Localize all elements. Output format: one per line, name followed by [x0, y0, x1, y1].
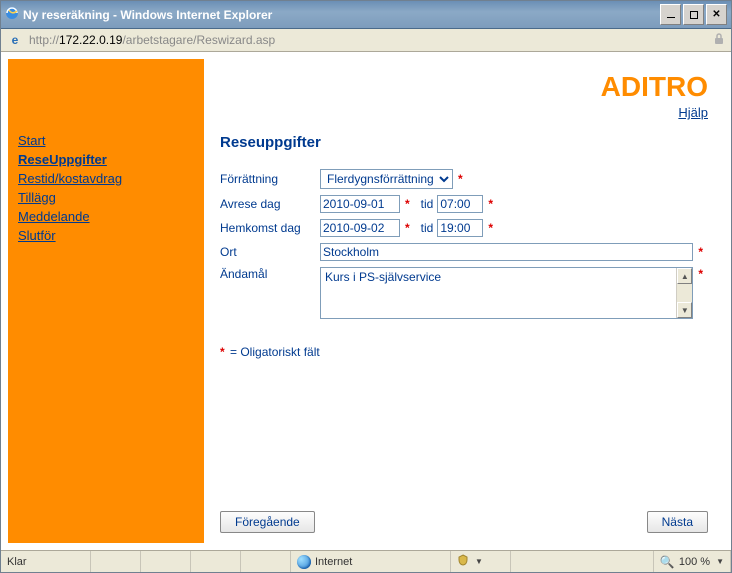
scroll-down-icon[interactable]: ▼	[677, 302, 692, 318]
hemkomst-time-input[interactable]	[437, 219, 483, 237]
required-marker: *	[698, 245, 703, 259]
status-ready-text: Klar	[7, 556, 27, 568]
zoom-control[interactable]: 🔍 100 % ▼	[653, 551, 731, 572]
window-title: Ny reseräkning - Windows Internet Explor…	[23, 8, 272, 22]
browser-window: Ny reseräkning - Windows Internet Explor…	[0, 0, 732, 573]
andamal-label: Ändamål	[220, 267, 320, 281]
window-controls: ✕	[660, 4, 727, 25]
zone-text: Internet	[315, 556, 352, 568]
sidebar-item-tillagg[interactable]: Tillägg	[18, 188, 194, 207]
brand-logo: ADITRO	[601, 71, 708, 103]
sidebar-item-reseuppgifter[interactable]: ReseUppgifter	[18, 150, 194, 169]
sidebar-item-start[interactable]: Start	[18, 131, 194, 150]
andamal-textarea[interactable]: Kurs i PS-självservice ▲ ▼	[320, 267, 693, 319]
shield-icon	[457, 554, 469, 569]
ort-label: Ort	[220, 245, 320, 259]
app-frame: Start ReseUppgifter Restid/kostavdrag Ti…	[7, 58, 725, 544]
url-prefix: http://	[29, 33, 59, 47]
andamal-text: Kurs i PS-självservice	[321, 268, 676, 318]
ie-page-icon: e	[7, 32, 23, 48]
chevron-down-icon: ▼	[716, 557, 724, 566]
required-hint: * = Oligatoriskt fält	[220, 345, 708, 359]
required-marker: *	[405, 197, 410, 211]
titlebar: Ny reseräkning - Windows Internet Explor…	[1, 1, 731, 29]
chevron-down-icon: ▼	[475, 557, 483, 566]
url-display[interactable]: http://172.22.0.19/arbetstagare/Reswizar…	[29, 33, 707, 47]
hemkomst-date-input[interactable]	[320, 219, 400, 237]
minimize-button[interactable]	[660, 4, 681, 25]
required-marker: *	[405, 221, 410, 235]
url-path: /arbetstagare/Reswizard.asp	[122, 33, 275, 47]
wizard-nav: Föregående Nästa	[220, 501, 708, 533]
forrattning-select[interactable]: Flerdygnsförrättning	[320, 169, 453, 189]
status-bar: Klar Internet ▼ 🔍 100 % ▼	[1, 550, 731, 572]
row-avrese: Avrese dag * tid *	[220, 195, 708, 213]
status-spacer4	[241, 551, 291, 572]
url-host: 172.22.0.19	[59, 33, 122, 47]
status-spacer2	[141, 551, 191, 572]
required-marker: *	[488, 221, 493, 235]
help-link[interactable]: Hjälp	[678, 105, 708, 120]
avrese-date-input[interactable]	[320, 195, 400, 213]
textarea-scrollbar[interactable]: ▲ ▼	[676, 268, 692, 318]
page-content: Start ReseUppgifter Restid/kostavdrag Ti…	[1, 52, 731, 550]
magnifier-icon: 🔍	[660, 555, 675, 569]
sidebar-item-meddelande[interactable]: Meddelande	[18, 207, 194, 226]
row-ort: Ort *	[220, 243, 708, 261]
next-button[interactable]: Nästa	[647, 511, 708, 533]
maximize-button[interactable]	[683, 4, 704, 25]
row-hemkomst: Hemkomst dag * tid *	[220, 219, 708, 237]
tid-label: tid	[421, 197, 434, 211]
globe-icon	[297, 555, 311, 569]
protected-mode-cell[interactable]: ▼	[451, 551, 511, 572]
main-panel: ADITRO Hjälp Reseuppgifter Förrättning F…	[204, 59, 724, 543]
row-forrattning: Förrättning Flerdygnsförrättning *	[220, 169, 708, 189]
status-ready: Klar	[1, 551, 91, 572]
required-marker: *	[488, 197, 493, 211]
sidebar: Start ReseUppgifter Restid/kostavdrag Ti…	[8, 59, 204, 543]
ie-icon	[5, 6, 19, 23]
sidebar-item-restid[interactable]: Restid/kostavdrag	[18, 169, 194, 188]
required-marker: *	[458, 172, 463, 186]
status-spacer3	[191, 551, 241, 572]
avrese-time-input[interactable]	[437, 195, 483, 213]
zoom-text: 100 %	[679, 556, 710, 568]
lock-icon	[713, 33, 725, 48]
security-zone[interactable]: Internet	[291, 551, 451, 572]
required-marker: *	[698, 267, 703, 281]
close-button[interactable]: ✕	[706, 4, 727, 25]
status-spacer1	[91, 551, 141, 572]
section-title: Reseuppgifter	[220, 134, 708, 151]
hemkomst-label: Hemkomst dag	[220, 221, 320, 235]
row-andamal: Ändamål Kurs i PS-självservice ▲ ▼ *	[220, 267, 708, 319]
avrese-label: Avrese dag	[220, 197, 320, 211]
hint-text: = Oligatoriskt fält	[227, 345, 320, 359]
prev-button[interactable]: Föregående	[220, 511, 315, 533]
hint-asterisk: *	[220, 345, 225, 359]
sidebar-item-slutfor[interactable]: Slutför	[18, 226, 194, 245]
forrattning-label: Förrättning	[220, 172, 320, 186]
scroll-up-icon[interactable]: ▲	[677, 268, 692, 284]
address-bar: e http://172.22.0.19/arbetstagare/Reswiz…	[1, 29, 731, 52]
ort-input[interactable]	[320, 243, 693, 261]
tid-label: tid	[421, 221, 434, 235]
